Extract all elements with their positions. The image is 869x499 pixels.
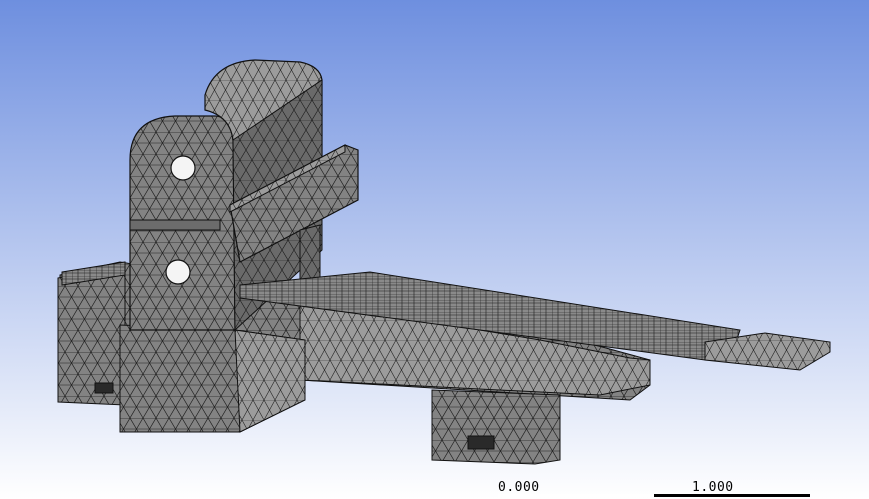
3d-viewport[interactable]: 0.000 1.000 bbox=[0, 0, 869, 499]
scale-bar bbox=[498, 494, 810, 497]
scale-label-start: 0.000 bbox=[498, 480, 540, 495]
scale-label-end: 1.000 bbox=[692, 480, 734, 495]
